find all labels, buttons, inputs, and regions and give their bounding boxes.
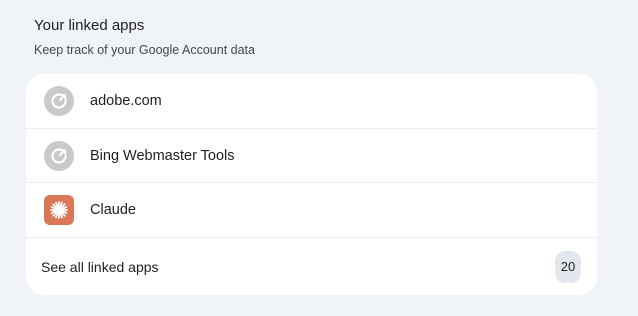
see-all-label: See all linked apps [41,258,159,275]
linked-app-row-bing[interactable]: Bing Webmaster Tools [26,129,597,183]
linked-app-row-claude[interactable]: Claude [26,183,597,237]
linked-apps-section: Your linked apps Keep track of your Goog… [0,0,638,316]
linked-app-generic-icon [44,86,74,116]
linked-app-label: Claude [90,202,136,218]
section-subtitle: Keep track of your Google Account data [34,43,255,57]
linked-apps-count-badge: 20 [555,250,581,283]
see-all-linked-apps-button[interactable]: See all linked apps 20 [26,238,597,295]
linked-app-label: Bing Webmaster Tools [90,148,235,164]
linked-app-row-adobe[interactable]: adobe.com [26,74,597,128]
linked-app-generic-icon [44,141,74,171]
linked-apps-card: adobe.com Bing Webmaster Tools Claude Se… [26,74,597,295]
linked-app-label: adobe.com [90,93,162,109]
claude-logo-icon [44,195,74,225]
section-title: Your linked apps [34,17,145,34]
